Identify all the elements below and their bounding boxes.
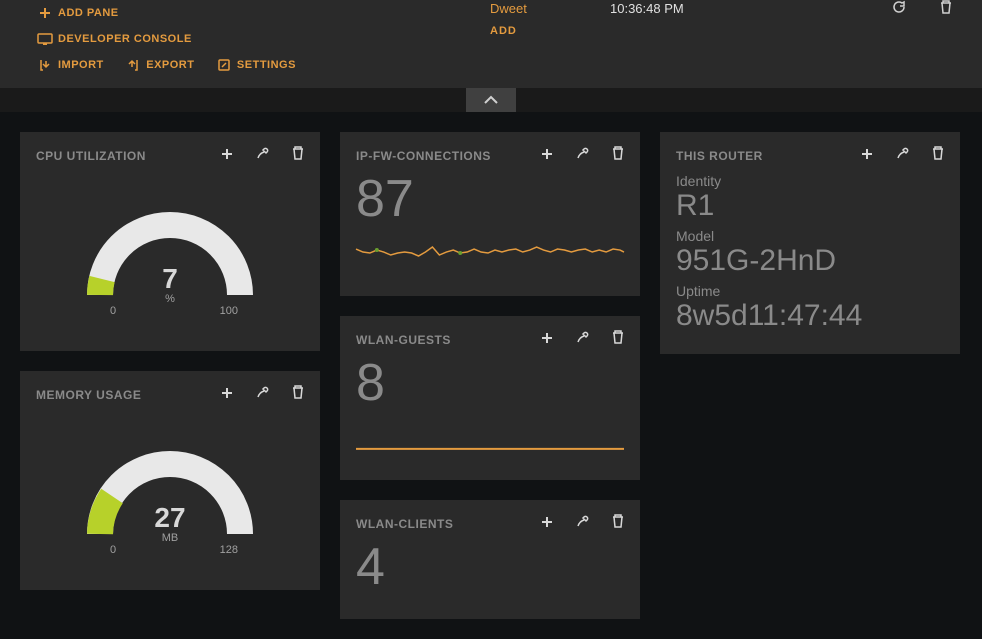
- identity-label: Identity: [676, 173, 944, 189]
- export-icon: [126, 58, 140, 72]
- pane-actions: [203, 385, 304, 404]
- delete-datasource-button[interactable]: [940, 2, 952, 17]
- delete-pane-button[interactable]: [292, 385, 304, 399]
- delete-pane-button[interactable]: [932, 146, 944, 160]
- uptime-label: Uptime: [676, 283, 944, 299]
- add-pane-label: ADD PANE: [58, 7, 119, 19]
- header-bar: ADD PANE DEVELOPER CONSOLE IMPORT EXPORT…: [0, 0, 982, 88]
- gauge-max: 100: [220, 305, 238, 317]
- pane-title: MEMORY USAGE: [36, 388, 203, 402]
- identity-value: R1: [676, 189, 944, 222]
- gauge-min: 0: [110, 305, 116, 317]
- datasource-panel: Dweet 10:36:48 PM ADD: [490, 0, 982, 78]
- edit-pane-button[interactable]: [576, 330, 590, 344]
- add-datasource-button[interactable]: ADD: [490, 25, 952, 37]
- pane-title: IP-FW-CONNECTIONS: [356, 149, 523, 163]
- import-button[interactable]: IMPORT: [38, 52, 104, 78]
- delete-pane-button[interactable]: [612, 146, 624, 160]
- gauge-value-number: 27: [154, 502, 185, 533]
- pane-title: WLAN-GUESTS: [356, 333, 523, 347]
- pane-actions: [523, 330, 624, 349]
- uptime-value: 8w5d11:47:44: [676, 299, 944, 332]
- gauge-cpu: 7 % 0 100: [40, 185, 300, 335]
- model-value: 951G-2HnD: [676, 244, 944, 277]
- edit-pane-button[interactable]: [256, 385, 270, 399]
- column-1: CPU UTILIZATION 7 % 0 100: [20, 132, 320, 590]
- pane-title: CPU UTILIZATION: [36, 149, 203, 163]
- wlan-guests-value: 8: [356, 357, 624, 409]
- pane-memory: MEMORY USAGE 27 MB 0 128: [20, 371, 320, 590]
- add-widget-button[interactable]: [221, 387, 233, 399]
- import-label: IMPORT: [58, 59, 104, 71]
- collapse-header-button[interactable]: [466, 88, 516, 112]
- pane-title: THIS ROUTER: [676, 149, 843, 163]
- column-3: THIS ROUTER Identity R1 Model 951G-2HnD …: [660, 132, 960, 354]
- header-menu: ADD PANE DEVELOPER CONSOLE IMPORT EXPORT…: [0, 0, 490, 78]
- ipfw-sparkline: [356, 235, 624, 275]
- pane-actions: [203, 146, 304, 165]
- export-button[interactable]: EXPORT: [126, 52, 194, 78]
- collapse-bar: [0, 88, 982, 112]
- delete-pane-button[interactable]: [612, 330, 624, 344]
- settings-label: SETTINGS: [237, 59, 296, 71]
- add-widget-button[interactable]: [861, 148, 873, 160]
- wlan-guests-sparkline: [356, 419, 624, 459]
- settings-button[interactable]: SETTINGS: [217, 52, 296, 78]
- chevron-up-icon: [484, 96, 498, 104]
- edit-pane-button[interactable]: [896, 146, 910, 160]
- ipfw-value: 87: [356, 173, 624, 225]
- pane-wlan-clients: WLAN-CLIENTS 4: [340, 500, 640, 619]
- gauge-unit: %: [40, 293, 300, 305]
- add-pane-button[interactable]: ADD PANE: [38, 0, 119, 26]
- delete-pane-button[interactable]: [612, 514, 624, 528]
- developer-console-label: DEVELOPER CONSOLE: [58, 33, 192, 45]
- pane-actions: [843, 146, 944, 165]
- pane-ipfw: IP-FW-CONNECTIONS 87: [340, 132, 640, 296]
- plus-icon: [38, 6, 52, 20]
- column-2: IP-FW-CONNECTIONS 87 WLAN-GUESTS: [340, 132, 640, 619]
- gauge-value-number: 7: [162, 263, 178, 294]
- gauge-max: 128: [220, 544, 238, 556]
- datasource-row: Dweet 10:36:48 PM: [490, 0, 952, 25]
- edit-pane-button[interactable]: [576, 514, 590, 528]
- pane-cpu: CPU UTILIZATION 7 % 0 100: [20, 132, 320, 351]
- edit-icon: [217, 58, 231, 72]
- add-widget-button[interactable]: [541, 332, 553, 344]
- edit-pane-button[interactable]: [576, 146, 590, 160]
- delete-pane-button[interactable]: [292, 146, 304, 160]
- gauge-value: 27 MB: [40, 502, 300, 544]
- pane-title: WLAN-CLIENTS: [356, 517, 523, 531]
- export-label: EXPORT: [146, 59, 194, 71]
- gauge-value: 7 %: [40, 263, 300, 305]
- developer-console-button[interactable]: DEVELOPER CONSOLE: [38, 26, 192, 52]
- gauge-memory: 27 MB 0 128: [40, 424, 300, 574]
- model-label: Model: [676, 228, 944, 244]
- pane-actions: [523, 514, 624, 533]
- dashboard: CPU UTILIZATION 7 % 0 100: [0, 112, 982, 639]
- wlan-clients-value: 4: [356, 541, 624, 593]
- add-widget-button[interactable]: [221, 148, 233, 160]
- console-icon: [38, 32, 52, 46]
- pane-wlan-guests: WLAN-GUESTS 8: [340, 316, 640, 480]
- gauge-min: 0: [110, 544, 116, 556]
- datasource-updated: 10:36:48 PM: [610, 1, 770, 16]
- add-widget-button[interactable]: [541, 148, 553, 160]
- refresh-button[interactable]: [892, 2, 906, 17]
- pane-router: THIS ROUTER Identity R1 Model 951G-2HnD …: [660, 132, 960, 354]
- edit-pane-button[interactable]: [256, 146, 270, 160]
- datasource-name[interactable]: Dweet: [490, 1, 610, 16]
- gauge-unit: MB: [40, 532, 300, 544]
- pane-actions: [523, 146, 624, 165]
- add-widget-button[interactable]: [541, 516, 553, 528]
- import-icon: [38, 58, 52, 72]
